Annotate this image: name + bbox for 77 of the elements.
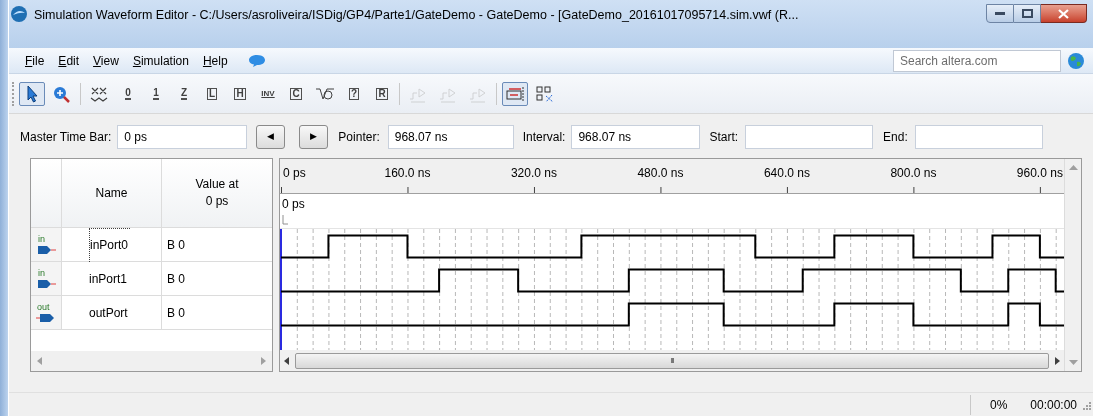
value-tool-button[interactable]: ?: [342, 81, 366, 106]
start-field[interactable]: [745, 125, 874, 149]
time-label: 160.0 ns: [384, 166, 431, 180]
search-field[interactable]: Search altera.com: [893, 49, 1061, 72]
menu-item[interactable]: View: [87, 50, 125, 71]
menu-item[interactable]: File: [19, 50, 51, 71]
time-label: 960.0 ns: [1016, 166, 1063, 180]
time-tick: [1039, 186, 1041, 194]
time-label: 640.0 ns: [763, 166, 810, 180]
time-label: 800.0 ns: [890, 166, 937, 180]
scroll-down-icon[interactable]: [1068, 360, 1078, 365]
value-tool-button[interactable]: L: [200, 81, 224, 106]
signal-value: B 0: [167, 236, 185, 254]
signal-value: B 0: [167, 304, 185, 322]
high-value-tool-button[interactable]: 1: [144, 81, 168, 106]
magnifier-icon: [52, 84, 72, 103]
signal-name[interactable]: inPort0: [89, 227, 131, 262]
elapsed-time: 00:00:00: [1030, 396, 1077, 414]
signal-name[interactable]: outPort: [89, 295, 128, 330]
time-bar-label: 0 ps: [282, 197, 305, 211]
close-icon: [1058, 8, 1069, 19]
time-tick: [660, 186, 662, 194]
menu-item[interactable]: Edit: [52, 50, 86, 71]
time-tick: [533, 186, 535, 194]
scroll-up-icon[interactable]: [1068, 165, 1078, 170]
time-tick: [281, 186, 282, 194]
window-title: Simulation Waveform Editor - C:/Users/asroliveira/ISDig/GP4/Parte1/GateDemo - GateDemo - [GateDemo_20161017095714.sim.vwf (R...: [34, 7, 799, 24]
time-label: 0 ps: [283, 166, 306, 180]
field-label: Pointer:: [338, 129, 380, 146]
time-tick: [407, 186, 409, 194]
grid-icon: [535, 84, 555, 103]
snap-grid-icon: [505, 84, 525, 103]
close-button[interactable]: [1041, 4, 1087, 23]
time-label: 480.0 ns: [637, 166, 684, 180]
globe-icon[interactable]: [1067, 51, 1085, 70]
time-tick: [913, 186, 915, 194]
pointer-field[interactable]: 968.07 ns: [387, 125, 514, 149]
end-field[interactable]: [914, 125, 1043, 149]
minimize-button[interactable]: [986, 4, 1014, 23]
value-tool-button[interactable]: C: [284, 81, 308, 106]
progress-text: 0%: [990, 396, 1008, 414]
low-value-tool-button[interactable]: 0: [116, 81, 140, 106]
field-label: Start:: [709, 129, 739, 146]
maximize-button[interactable]: [1014, 4, 1041, 23]
scroll-right-icon[interactable]: [1055, 356, 1060, 365]
value-tool-button[interactable]: H: [228, 81, 252, 106]
horizontal-scrollbar[interactable]: III: [280, 350, 1064, 371]
value-tool-button[interactable]: R: [370, 81, 394, 106]
speech-bubble-icon[interactable]: [247, 53, 266, 68]
invert-tool-button[interactable]: INV: [256, 81, 280, 106]
field-label: Master Time Bar:: [20, 129, 112, 146]
high-impedance-tool-button[interactable]: Z: [172, 81, 196, 106]
resize-grip-icon[interactable]: [1081, 399, 1091, 410]
column-header[interactable]: Value at 0 ps: [162, 159, 272, 227]
field-label: End:: [883, 129, 908, 146]
minimize-icon: [995, 11, 1005, 16]
time-cursor-line[interactable]: [280, 228, 282, 350]
restore-icon: [1021, 9, 1033, 18]
field-label: Interval:: [522, 129, 566, 146]
menu-item[interactable]: Simulation: [126, 50, 195, 71]
time-tick: [786, 186, 788, 194]
time-bar-marker-icon: [282, 214, 289, 225]
snap-to-grid-tool-button[interactable]: [502, 81, 528, 106]
scroll-thumb[interactable]: III: [295, 352, 1049, 369]
column-header[interactable]: Name: [62, 159, 162, 227]
scroll-left-icon[interactable]: [284, 356, 289, 365]
interval-field[interactable]: 968.07 ns: [571, 125, 701, 149]
previous-button[interactable]: ◀: [256, 125, 286, 149]
master-time-bar-field[interactable]: 0 ps: [117, 125, 248, 149]
signal-name[interactable]: inPort1: [89, 261, 128, 296]
next-button[interactable]: ▶: [299, 125, 329, 149]
vertical-scrollbar[interactable]: [1064, 159, 1081, 371]
app-icon: [10, 5, 28, 23]
pointer-tool-button[interactable]: [19, 81, 45, 106]
signal-value: B 0: [167, 270, 185, 288]
menu-item[interactable]: Help: [196, 50, 234, 71]
time-label: 320.0 ns: [510, 166, 557, 180]
